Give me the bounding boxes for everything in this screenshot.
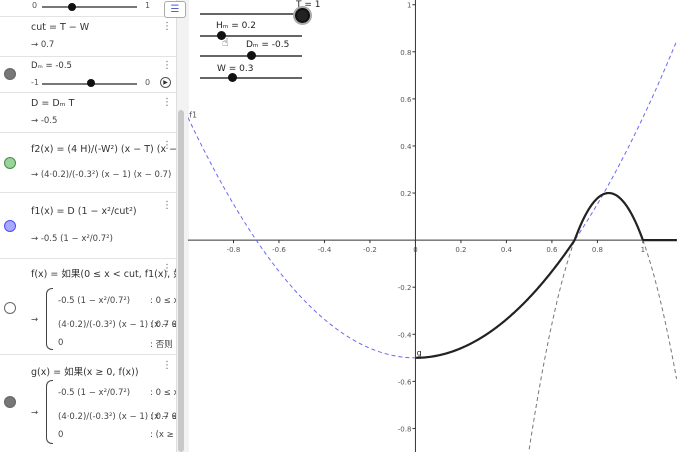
more-menu-icon[interactable]: ⋮: [162, 360, 172, 371]
g-case-3: 0: [58, 430, 64, 440]
more-menu-icon[interactable]: ⋮: [162, 140, 172, 151]
more-menu-icon[interactable]: ⋮: [162, 97, 172, 108]
more-menu-icon[interactable]: ⋮: [162, 21, 172, 32]
f2-value: → (4·0.2)/(-0.3²) (x − 1) (x − 0.7): [31, 170, 172, 180]
slider-knob[interactable]: [68, 3, 76, 11]
g-case-1-cond: : 0 ≤ x: [150, 388, 176, 398]
f-definition[interactable]: f(x) = 如果(0 ≤ x < cut, f1(x), 如果(cut: [31, 266, 176, 280]
slider-row-top: 0 1: [0, 0, 176, 17]
x-tick-label: 0.8: [592, 246, 603, 254]
cut-definition[interactable]: cut = T − W: [31, 22, 89, 33]
slider-w-knob[interactable]: [228, 73, 237, 82]
f1-value: → -0.5 (1 − x²/0.7²): [31, 234, 113, 244]
visibility-toggle-f2[interactable]: [4, 157, 16, 169]
y-tick-label: -0.6: [398, 378, 412, 386]
y-tick-label: -0.2: [398, 284, 412, 292]
slider-w-track[interactable]: [200, 77, 302, 79]
arrow: →: [31, 408, 39, 418]
slider-dm-label: Dₘ = -0.5: [246, 40, 290, 50]
visibility-toggle-f[interactable]: [4, 302, 16, 314]
algebra-item-cut[interactable]: cut = T − W → 0.7 ⋮: [0, 16, 176, 57]
more-menu-icon[interactable]: ⋮: [162, 200, 172, 211]
arrow: →: [31, 315, 39, 325]
f-case-1: -0.5 (1 − x²/0.7²): [58, 296, 131, 306]
visibility-toggle-f1[interactable]: [4, 220, 16, 232]
play-icon[interactable]: ▶: [160, 77, 171, 88]
visibility-toggle-g[interactable]: [4, 396, 16, 408]
x-tick-label: 1: [641, 246, 645, 254]
y-tick-label: 0.2: [400, 190, 411, 198]
x-tick-labels: -0.8-0.6-0.4-0.200.20.40.60.81: [227, 240, 645, 254]
dm-slider-min: -1: [31, 78, 39, 87]
visibility-toggle-dm[interactable]: [4, 68, 16, 80]
style-bar-toggle-icon[interactable]: ☰: [164, 1, 186, 18]
case-brace: [46, 288, 53, 350]
graphics-view[interactable]: -0.8-0.6-0.4-0.200.20.40.60.81 -0.8-0.6-…: [188, 0, 677, 452]
g-case-1: -0.5 (1 − x²/0.7²): [58, 388, 131, 398]
slider-track[interactable]: [42, 6, 137, 8]
x-tick-label: -0.6: [272, 246, 286, 254]
slider-dm-knob[interactable]: [247, 51, 256, 60]
dm-slider-max: 0: [145, 78, 151, 87]
algebra-item-f2[interactable]: f2(x) = (4 H)/(-W²) (x − T) (x − cut) → …: [0, 132, 176, 193]
case-brace: [46, 380, 53, 444]
curve-label-g: g: [417, 348, 422, 357]
g-definition[interactable]: g(x) = 如果(x ≥ 0, f(x)): [31, 364, 139, 378]
f1-definition[interactable]: f1(x) = D (1 − x²/cut²): [31, 206, 137, 217]
algebra-scrollbar[interactable]: [178, 110, 184, 452]
f-case-3: 0: [58, 338, 64, 348]
series-g-curve[interactable]: [415, 191, 677, 359]
slider-hm-label: Hₘ = 0.2: [216, 21, 256, 31]
series-f1-curve[interactable]: [188, 39, 677, 359]
slider-t-knob[interactable]: [295, 8, 310, 23]
g-case-3-cond: : (x ≥ 0: [150, 430, 176, 440]
series-f2-curve[interactable]: [528, 192, 677, 450]
dm-definition[interactable]: Dₘ = -0.5: [31, 61, 72, 71]
y-tick-label: 0.4: [400, 143, 412, 151]
y-tick-labels: -0.8 -0.6 -0.4 -0.2 0.2 0.4 0.6 0.8 1: [398, 2, 416, 433]
f-case-1-cond: : 0 ≤ x: [150, 296, 176, 306]
algebra-item-dm[interactable]: Dₘ = -0.5 -1 0 ⋮ ▶: [0, 56, 176, 93]
algebra-view: 0 1 cut = T − W → 0.7 ⋮ Dₘ = -0.5 -1 0 ⋮…: [0, 0, 176, 452]
y-tick-label: -0.4: [398, 331, 412, 339]
slider-w-label: W = 0.3: [217, 64, 254, 74]
hand-cursor-icon: ☝: [222, 36, 229, 49]
d-definition[interactable]: D = Dₘ T: [31, 98, 74, 109]
slider-t-track[interactable]: [200, 13, 302, 15]
g-case-2-cond: : 0.7 ≤: [150, 412, 176, 422]
algebra-item-g[interactable]: g(x) = 如果(x ≥ 0, f(x)) ⋮ → -0.5 (1 − x²/…: [0, 354, 176, 452]
x-tick-label: 0.4: [501, 246, 513, 254]
algebra-item-f[interactable]: f(x) = 如果(0 ≤ x < cut, f1(x), 如果(cut ⋮ →…: [0, 258, 176, 355]
more-menu-icon[interactable]: ⋮: [162, 60, 172, 71]
algebra-item-d[interactable]: D = Dₘ T → -0.5 ⋮: [0, 92, 176, 133]
x-tick-label: -0.2: [363, 246, 377, 254]
x-tick-label: 0.2: [455, 246, 466, 254]
slider-min-label: 0: [32, 1, 38, 10]
x-tick-label: -0.8: [227, 246, 241, 254]
x-tick-label: -0.4: [318, 246, 332, 254]
curve-label-f1: f1: [189, 111, 197, 120]
slider-max-label: 1: [145, 1, 151, 10]
algebra-item-f1[interactable]: f1(x) = D (1 − x²/cut²) → -0.5 (1 − x²/0…: [0, 192, 176, 259]
y-tick-label: 0.6: [400, 96, 412, 104]
f-case-2-cond: : 0.7 ≤: [150, 320, 176, 330]
y-tick-label: -0.8: [398, 425, 412, 433]
dm-slider-knob[interactable]: [87, 79, 95, 87]
y-tick-label: 1: [407, 2, 411, 10]
plot-canvas[interactable]: -0.8-0.6-0.4-0.200.20.40.60.81 -0.8-0.6-…: [188, 0, 677, 452]
slider-hm-track[interactable]: [200, 35, 302, 37]
d-value: → -0.5: [31, 116, 58, 126]
more-menu-icon[interactable]: ⋮: [162, 263, 172, 274]
f2-definition[interactable]: f2(x) = (4 H)/(-W²) (x − T) (x − cut): [31, 144, 176, 155]
cut-value: → 0.7: [31, 40, 55, 50]
f-case-3-cond: : 否则: [150, 340, 173, 350]
x-tick-label: 0.6: [546, 246, 558, 254]
y-tick-label: 0.8: [400, 49, 411, 57]
